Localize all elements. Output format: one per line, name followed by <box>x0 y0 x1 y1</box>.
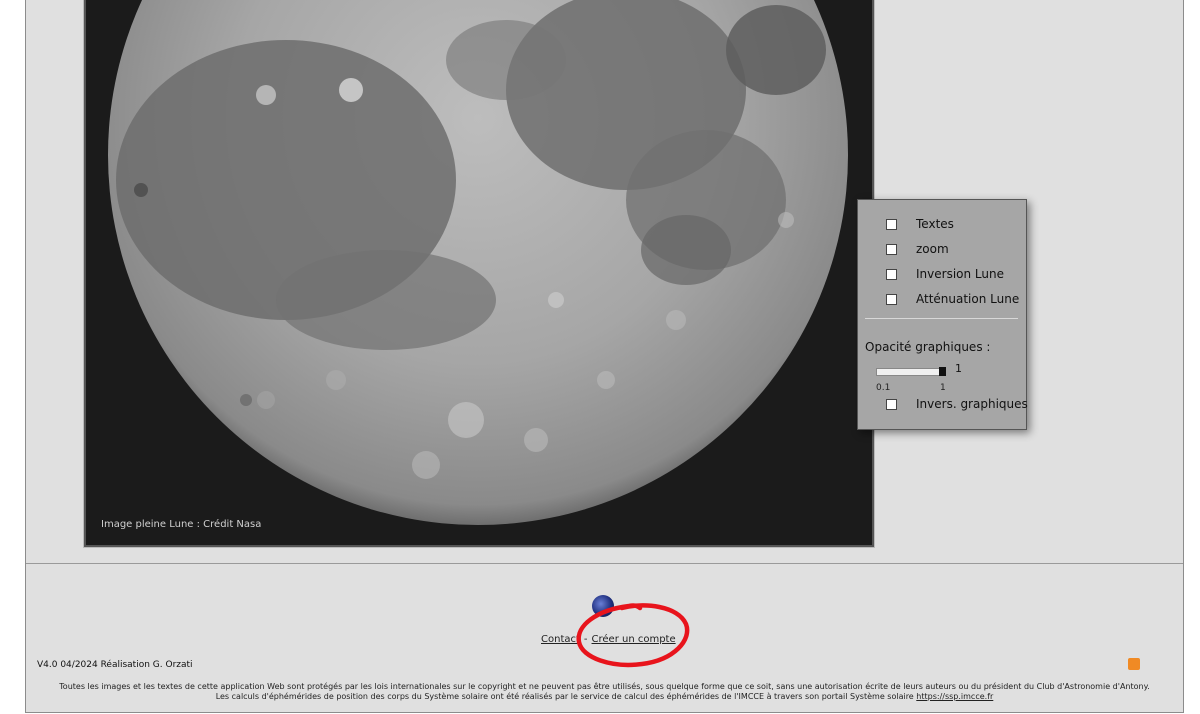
option-zoom-label: zoom <box>916 242 949 256</box>
panel-divider <box>865 318 1018 319</box>
legal-copyright-line: Toutes les images et les textes de cette… <box>59 682 1150 691</box>
footer-links: Contact - Créer un compte <box>541 634 676 645</box>
option-zoom[interactable]: zoom <box>858 242 1026 260</box>
main-frame: Image pleine Lune : Crédit Nasa Textes z… <box>25 0 1184 713</box>
footer-separator: - <box>583 634 588 645</box>
checkbox-textes[interactable] <box>886 219 897 230</box>
option-invers-graphiques[interactable]: Invers. graphiques <box>858 397 1028 415</box>
legal-ephemerides-text: Les calculs d'éphémérides de position de… <box>215 692 914 701</box>
create-account-link[interactable]: Créer un compte <box>592 634 676 645</box>
legal-ephemerides-line: Les calculs d'éphémérides de position de… <box>26 692 1183 701</box>
imcce-link[interactable]: https://ssp.imcce.fr <box>916 692 993 701</box>
option-inversion-lune[interactable]: Inversion Lune <box>858 267 1026 285</box>
display-options-panel: Textes zoom Inversion Lune Atténuation L… <box>857 199 1028 430</box>
version-credit: V4.0 04/2024 Réalisation G. Orzati <box>37 660 193 670</box>
checkbox-inversion-lune[interactable] <box>886 269 897 280</box>
page: Image pleine Lune : Crédit Nasa Textes z… <box>0 0 1200 714</box>
opacity-max-label: 1 <box>940 383 946 393</box>
option-textes[interactable]: Textes <box>858 217 1026 235</box>
option-inversion-lune-label: Inversion Lune <box>916 267 1004 281</box>
option-invers-graphiques-label: Invers. graphiques <box>916 397 1028 411</box>
opacity-slider-handle[interactable] <box>939 367 946 376</box>
moon-image <box>108 0 848 525</box>
contact-link[interactable]: Contact <box>541 634 580 645</box>
rss-feed-icon[interactable] <box>1128 658 1140 670</box>
checkbox-invers-graphiques[interactable] <box>886 399 897 410</box>
option-attenuation-lune[interactable]: Atténuation Lune <box>858 292 1026 310</box>
option-attenuation-lune-label: Atténuation Lune <box>916 292 1020 306</box>
checkbox-zoom[interactable] <box>886 244 897 255</box>
opacity-min-label: 0.1 <box>876 383 891 393</box>
opacity-slider-fill <box>877 369 943 375</box>
opacity-slider[interactable] <box>876 367 946 376</box>
moon-image-frame[interactable]: Image pleine Lune : Crédit Nasa <box>84 0 874 547</box>
footer-divider <box>26 563 1183 564</box>
globe-logo-icon[interactable] <box>592 595 614 617</box>
opacity-label: Opacité graphiques : <box>865 340 991 354</box>
checkbox-attenuation-lune[interactable] <box>886 294 897 305</box>
opacity-value: 1 <box>955 362 962 375</box>
option-textes-label: Textes <box>916 217 954 231</box>
image-credit: Image pleine Lune : Crédit Nasa <box>101 519 262 530</box>
